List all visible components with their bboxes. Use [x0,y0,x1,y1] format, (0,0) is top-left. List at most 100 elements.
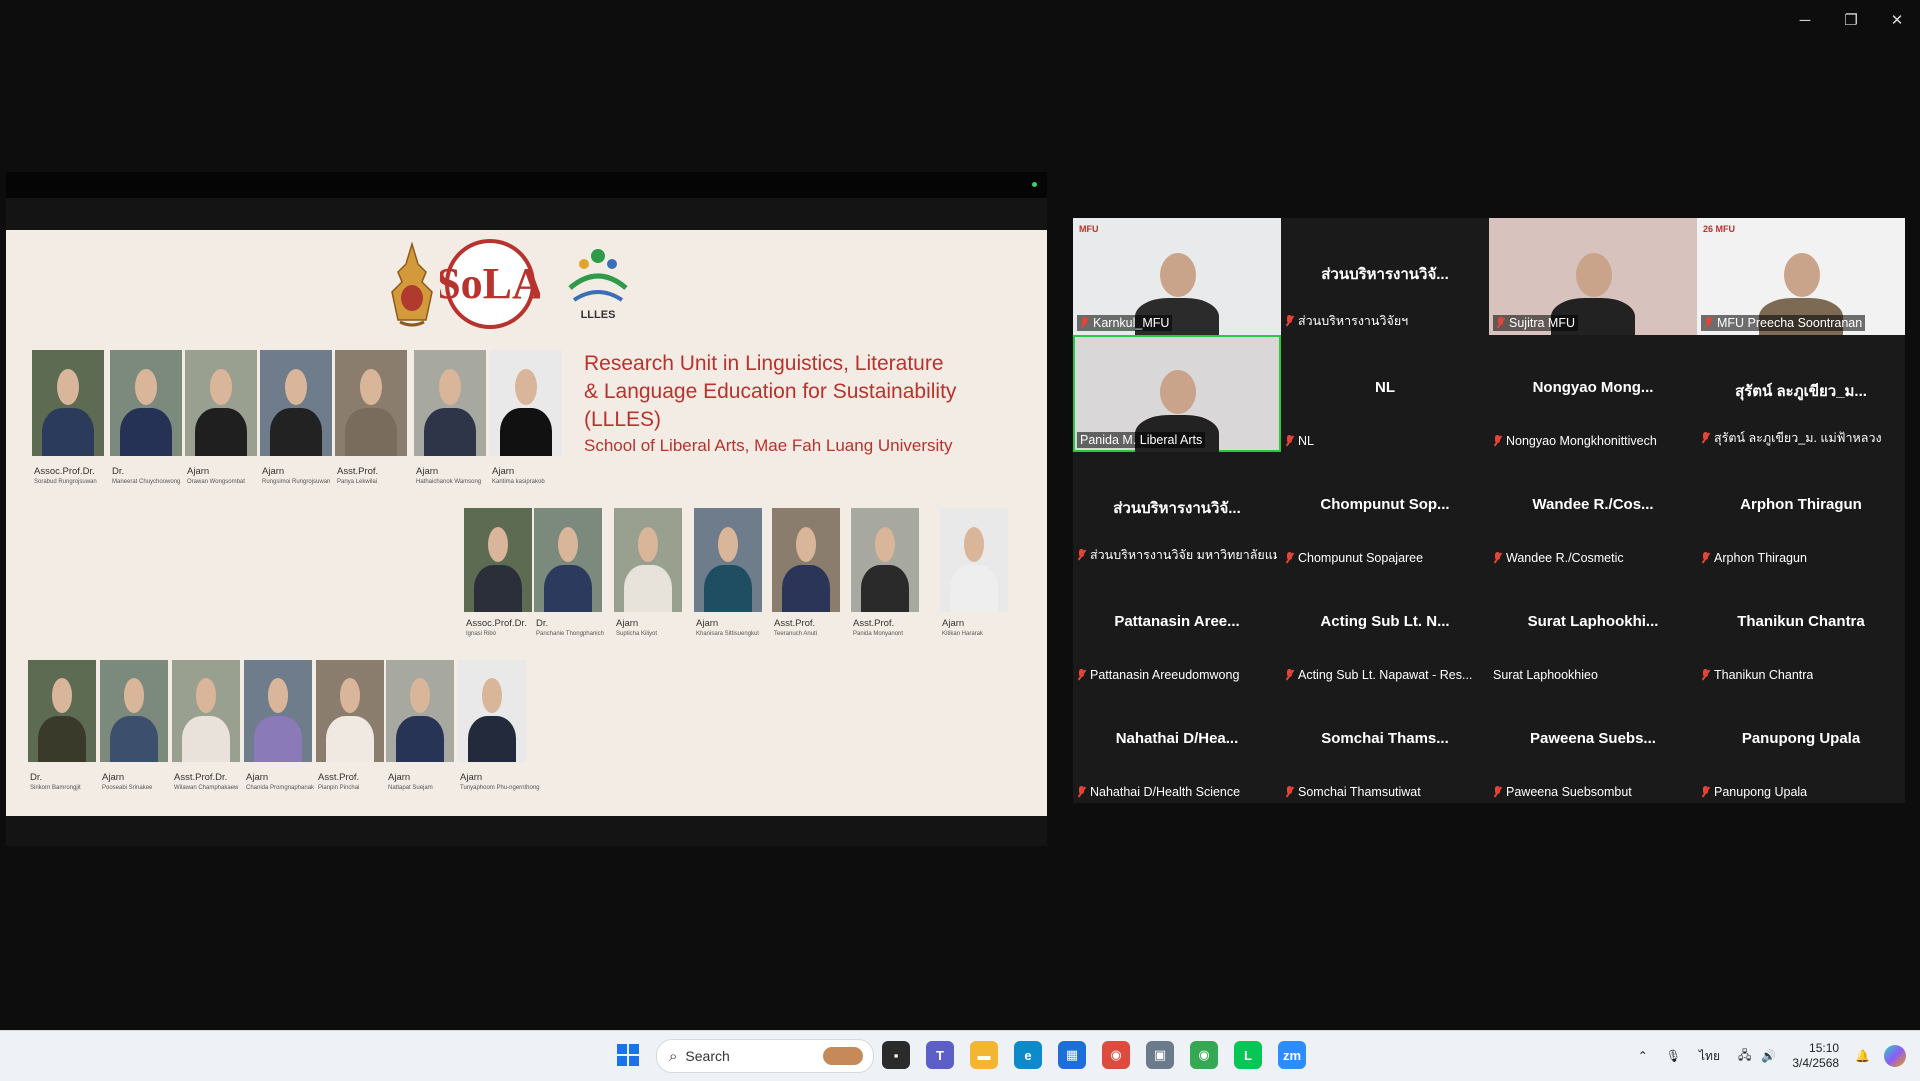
staff-photo-body [37,716,87,762]
participant-name-label: NL [1285,434,1314,448]
staff-photo [386,660,454,762]
restore-button[interactable]: ❐ [1828,0,1874,40]
participant-tile[interactable]: Thanikun Chantra Thanikun Chantra [1697,569,1905,686]
share-margin-top [6,198,1047,230]
participant-name: Pattanasin Areeudomwong [1090,668,1240,682]
staff-title: Ajarn [388,772,411,783]
participant-tile[interactable]: MFU Karnkul_MFU [1073,218,1281,335]
start-button[interactable] [614,1041,642,1069]
staff-photo [772,508,840,612]
participant-tile[interactable]: Paweena Suebs... Paweena Suebsombut [1489,686,1697,803]
staff-photo [185,350,257,456]
participant-tile[interactable]: Nahathai D/Hea... Nahathai D/Health Scien… [1073,686,1281,803]
muted-mic-icon [1077,669,1086,681]
staff-photo [414,350,486,456]
participant-display-name: Panupong Upala [1741,730,1861,747]
taskbar-search[interactable]: ⌕ Search [656,1039,874,1073]
participant-tile[interactable]: Arphon Thiragun Arphon Thiragun [1697,452,1905,569]
staff-photo [32,350,104,456]
staff-photo [464,508,532,612]
staff-photo-body [325,716,375,762]
participant-tile[interactable]: Panida M. Liberal Arts [1073,335,1281,452]
taskbar: ⌕ Search ▪ T ▬ e ▦ ◉ ▣ ◉ Lzm ⌃ 🎙 ไทย 🖧 🔊 15:10 … [0,1030,1920,1081]
participant-tile[interactable]: Pattanasin Aree... Pattanasin Areeudomwon… [1073,569,1281,686]
staff-title: Dr. [536,618,549,629]
staff-title: Ajarn [262,466,285,477]
staff-name: Sorabud Rungrojsuwan [34,479,97,485]
chrome-profile-icon[interactable]: ◉ [1190,1041,1218,1069]
participant-tile[interactable]: Panupong Upala Panupong Upala [1697,686,1905,803]
task-view-icon[interactable]: ▪ [882,1041,910,1069]
muted-mic-icon [1077,549,1086,561]
participant-tile[interactable]: Acting Sub Lt. N... Acting Sub Lt. Napawa… [1281,569,1489,686]
staff-photo-body [120,408,172,456]
staff-photo [172,660,240,762]
photos-icon[interactable]: ▣ [1146,1041,1174,1069]
zoom-icon[interactable]: zm [1278,1041,1306,1069]
close-button[interactable]: ✕ [1874,0,1920,40]
participant-name: ส่วนบริหารงานวิจัย มหาวิทยาลัยแม่... [1090,548,1277,562]
staff-photo [851,508,919,612]
staff-photo-body [781,565,831,612]
microphone-icon[interactable]: 🎙 [1666,1049,1681,1063]
muted-mic-icon [1285,786,1294,798]
tray-chevron-icon[interactable]: ⌃ [1638,1049,1648,1063]
staff-name: Panya Lekwilai [337,479,378,485]
clock-time: 15:10 [1809,1041,1840,1055]
copilot-icon[interactable] [1884,1045,1906,1067]
file-explorer-icon[interactable]: ▬ [970,1041,998,1069]
clock[interactable]: 15:10 3/4/2568 [1792,1041,1839,1071]
chrome-icon[interactable]: ◉ [1102,1041,1130,1069]
participant-name: Surat Laphookhieo [1493,668,1598,682]
participant-tile[interactable]: 26 MFU MFU Preecha Soontranan [1697,218,1905,335]
participant-tile[interactable]: Somchai Thams... Somchai Thamsutiwat [1281,686,1489,803]
participant-name-label: Wandee R./Cosmetic [1493,551,1624,565]
participant-name-label: Panupong Upala [1701,785,1807,799]
participant-display-name: ส่วนบริหารงานวิจั... [1321,266,1449,283]
share-margin-bottom [6,816,1047,846]
windows-icon [617,1044,639,1066]
participant-name: Panida M. Liberal Arts [1080,433,1203,447]
staff-photo-head [637,526,659,563]
participant-name-label: Sujitra MFU [1493,315,1578,331]
participant-tile[interactable]: Sujitra MFU [1489,218,1697,335]
participant-name: Panupong Upala [1714,785,1808,799]
staff-name: Chanida Promgnaphanak [246,785,315,791]
staff-name: Supticha Kiliyot [616,631,658,637]
staff-photo [28,660,96,762]
participant-tile[interactable]: Nongyao Mong... Nongyao Mongkhonittivech [1489,335,1697,452]
notification-bell-icon[interactable]: 🔔 [1855,1049,1870,1063]
participant-name: Thanikun Chantra [1714,668,1814,682]
participant-tile[interactable]: ส่วนบริหารงานวิจั... ส่วนบริหารงานวิจัย ม… [1073,452,1281,569]
staff-title: Assoc.Prof.Dr. [466,618,527,629]
participant-tile[interactable]: ส่วนบริหารงานวิจั... ส่วนบริหารงานวิจัยฯ [1281,218,1489,335]
language-indicator[interactable]: ไทย [1699,1047,1720,1066]
participant-tile[interactable]: สุรัตน์ ละภูเขียว_ม... สุรัตน์ ละภูเขียว_… [1697,335,1905,452]
participant-tile[interactable]: Surat Laphookhi... Surat Laphookhieo [1489,569,1697,686]
edge-icon[interactable]: e [1014,1041,1042,1069]
university-emblem-icon [391,242,433,327]
network-icon[interactable]: 🖧 [1738,1046,1751,1067]
staff-photo-head [717,526,739,563]
participant-name: NL [1298,434,1314,448]
store-icon[interactable]: ▦ [1058,1041,1086,1069]
participant-tile[interactable]: Wandee R./Cos... Wandee R./Cosmetic [1489,452,1697,569]
participant-name: ส่วนบริหารงานวิจัยฯ [1298,314,1409,328]
search-icon: ⌕ [669,1047,678,1065]
staff-photo-head [195,678,217,714]
staff-name: Sirikorn Bamrongjit [30,785,81,791]
staff-photo-body [703,565,753,612]
volume-icon[interactable]: 🔊 [1761,1049,1776,1063]
line-icon[interactable]: L [1234,1041,1262,1069]
staff-name: Orawan Wongsombat [187,479,245,485]
sola-logo: SoLA [440,239,540,329]
slide-heading: Research Unit in Linguistics, Literature… [584,350,1024,458]
minimize-button[interactable]: ─ [1782,0,1828,40]
participant-tile[interactable]: Chompunut Sop... Chompunut Sopajaree [1281,452,1489,569]
staff-title: Asst.Prof. [337,466,379,477]
staff-photo-body [424,408,476,456]
staff-title: Asst.Prof.Dr. [174,772,228,783]
participant-tile[interactable]: NL NL [1281,335,1489,452]
participant-name-label: Karnkul_MFU [1077,315,1173,331]
teams-icon[interactable]: T [926,1041,954,1069]
